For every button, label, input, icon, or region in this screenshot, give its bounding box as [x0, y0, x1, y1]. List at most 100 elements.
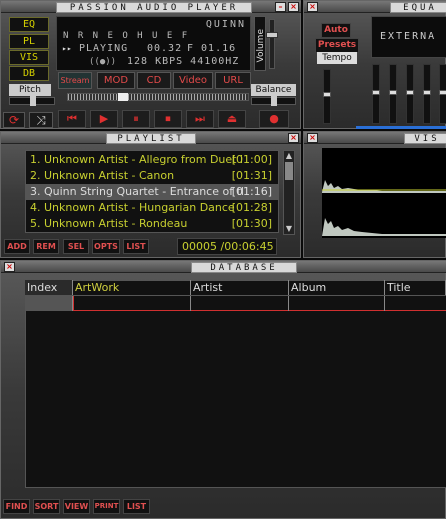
- shuffle-button[interactable]: ⤨: [29, 112, 53, 128]
- row-artwork-cell: [73, 296, 191, 311]
- volume-track[interactable]: [266, 19, 278, 69]
- tab-mod[interactable]: MOD: [97, 72, 135, 89]
- playlist-window: PLAYLIST × 1. Unknown Artist - Allegro f…: [0, 131, 301, 258]
- column-artist[interactable]: Artist: [191, 280, 289, 295]
- playlist-item[interactable]: 2. Unknown Artist - Canon [01:31]: [26, 168, 278, 184]
- database-close-button[interactable]: ×: [4, 262, 15, 272]
- eq-presets-button[interactable]: Presets: [315, 38, 359, 53]
- repeat-button[interactable]: ⟳: [3, 112, 25, 128]
- column-title[interactable]: Title: [385, 280, 446, 295]
- database-sort-button[interactable]: SORT: [33, 499, 60, 514]
- spectrum-display: [322, 148, 446, 238]
- volume-knob[interactable]: [266, 32, 278, 38]
- table-row[interactable]: [25, 295, 446, 311]
- previous-button[interactable]: ⏮: [58, 110, 86, 128]
- eq-band-4[interactable]: [423, 64, 431, 124]
- playlist-add-button[interactable]: ADD: [4, 239, 30, 254]
- balance-label: Balance: [251, 84, 296, 96]
- playlist-close-button[interactable]: ×: [288, 133, 299, 143]
- eq-band-knob[interactable]: [389, 90, 397, 95]
- playlist-list-button[interactable]: LIST: [123, 239, 149, 254]
- signal-icon: ((●)): [89, 57, 117, 67]
- eq-band-1[interactable]: [372, 64, 380, 124]
- column-artwork[interactable]: ArtWork: [73, 280, 191, 295]
- seek-bar[interactable]: [67, 93, 249, 101]
- eq-title: EQUA: [390, 2, 446, 13]
- tab-stream[interactable]: Stream: [58, 72, 92, 89]
- playlist-item-active[interactable]: 3. Quinn String Quartet - Entrance of tl…: [26, 184, 278, 200]
- playlist-item-duration: [01:00]: [231, 153, 272, 166]
- db-button[interactable]: DB: [9, 66, 49, 81]
- close-button[interactable]: ×: [288, 2, 299, 12]
- database-find-button[interactable]: FIND: [3, 499, 30, 514]
- playlist-remove-button[interactable]: REM: [33, 239, 59, 254]
- eq-band-2[interactable]: [389, 64, 397, 124]
- playlist-item-text: 4. Unknown Artist - Hungarian Dance: [30, 201, 235, 214]
- tab-url[interactable]: URL: [215, 72, 251, 89]
- playlist-item-duration: [01:16]: [231, 185, 272, 198]
- vis-window: × VIS: [303, 131, 446, 258]
- volume-label: Volume: [256, 29, 266, 63]
- stop-button[interactable]: ⏹: [154, 110, 182, 128]
- tab-cd[interactable]: CD: [137, 72, 171, 89]
- eq-display-text: EXTERNA: [380, 31, 437, 42]
- eq-band-knob[interactable]: [423, 90, 431, 95]
- balance-knob[interactable]: [271, 96, 277, 106]
- eq-band-knob[interactable]: [372, 90, 380, 95]
- eq-button[interactable]: EQ: [9, 17, 49, 32]
- eq-band-3[interactable]: [406, 64, 414, 124]
- playlist-item[interactable]: 5. Unknown Artist - Rondeau [01:30]: [26, 216, 278, 232]
- play-button[interactable]: ▶: [90, 110, 118, 128]
- playlist-item-text: 1. Unknown Artist - Allegro from Duet i: [30, 153, 244, 166]
- eject-button[interactable]: ⏏: [218, 110, 246, 128]
- database-title: DATABASE: [191, 262, 297, 273]
- scroll-text: N R N E O H U E F: [63, 31, 190, 41]
- next-button[interactable]: ⏭: [186, 110, 214, 128]
- vis-button[interactable]: VIS: [9, 50, 49, 65]
- balance-slider[interactable]: [251, 96, 296, 106]
- playlist-list: 1. Unknown Artist - Allegro from Duet i[…: [25, 150, 279, 233]
- playlist-item-text: 5. Unknown Artist - Rondeau: [30, 217, 188, 230]
- database-list-button[interactable]: LIST: [123, 499, 150, 514]
- row-index-cell: [25, 296, 73, 311]
- play-indicator-icon: ▸▸: [62, 44, 72, 53]
- database-print-button[interactable]: PRINT: [93, 499, 120, 514]
- vis-close-button[interactable]: ×: [307, 133, 318, 143]
- bitrate-display: 128 KBPS 44100HZ: [127, 56, 240, 67]
- eq-bottom-bar: [356, 126, 446, 129]
- record-button[interactable]: ●: [259, 110, 289, 128]
- scroll-down-icon[interactable]: ▼: [284, 224, 294, 234]
- eq-band-knob[interactable]: [439, 90, 446, 95]
- artist-display: QUINN: [205, 19, 246, 30]
- playlist-scrollbar[interactable]: ▲ ▼: [283, 150, 295, 235]
- playlist-options-button[interactable]: OPTS: [92, 239, 120, 254]
- pl-button[interactable]: PL: [9, 34, 49, 49]
- eq-tempo-slider[interactable]: [323, 69, 331, 124]
- playlist-item[interactable]: 4. Unknown Artist - Hungarian Dance [01:2…: [26, 200, 278, 216]
- scroll-thumb[interactable]: [285, 162, 293, 180]
- eq-close-button[interactable]: ×: [307, 2, 318, 12]
- playlist-item-duration: [01:28]: [231, 201, 272, 214]
- player-window: PASSION AUDIO PLAYER – × EQ PL VIS DB QU…: [0, 0, 301, 129]
- eq-tempo-knob[interactable]: [323, 92, 331, 97]
- playlist-item-text: 3. Quinn String Quartet - Entrance of tl: [30, 185, 244, 198]
- database-view-button[interactable]: VIEW: [63, 499, 90, 514]
- scroll-up-icon[interactable]: ▲: [284, 151, 294, 161]
- pause-button[interactable]: ⏸: [122, 110, 150, 128]
- playlist-title: PLAYLIST: [106, 133, 196, 144]
- freq-display: F 01.16: [187, 43, 237, 54]
- eq-band-knob[interactable]: [406, 90, 414, 95]
- column-album[interactable]: Album: [289, 280, 385, 295]
- seek-knob[interactable]: [118, 93, 128, 101]
- eq-band-5[interactable]: [439, 64, 446, 124]
- pitch-slider[interactable]: [9, 96, 55, 106]
- playlist-item[interactable]: 1. Unknown Artist - Allegro from Duet i[…: [26, 152, 278, 168]
- tab-video[interactable]: Video: [173, 72, 213, 89]
- eq-auto-button[interactable]: Auto: [321, 23, 351, 38]
- player-title: PASSION AUDIO PLAYER: [56, 2, 252, 13]
- playlist-select-button[interactable]: SEL: [63, 239, 89, 254]
- column-index[interactable]: Index: [25, 280, 73, 295]
- pitch-knob[interactable]: [30, 96, 36, 106]
- playlist-counter: 00005 /00:06:45: [177, 238, 277, 255]
- minimize-button[interactable]: –: [275, 2, 286, 12]
